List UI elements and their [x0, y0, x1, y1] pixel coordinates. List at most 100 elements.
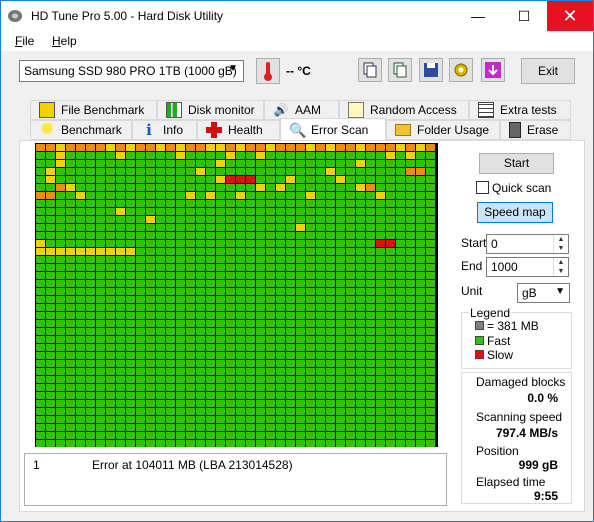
- copy-all-button[interactable]: [388, 58, 412, 82]
- scan-block: [386, 424, 395, 431]
- scan-block: [326, 200, 335, 207]
- quick-scan-checkbox[interactable]: [476, 181, 489, 194]
- copy-info-button[interactable]: [358, 58, 382, 82]
- scan-block: [36, 320, 45, 327]
- scan-block: [326, 264, 335, 271]
- scan-block: [166, 432, 175, 439]
- tab-error-scan[interactable]: 🔍 Error Scan: [280, 118, 386, 140]
- scan-block: [306, 200, 315, 207]
- scan-block: [116, 160, 125, 167]
- scan-block: [126, 344, 135, 351]
- scan-block: [326, 168, 335, 175]
- tab-folder-usage[interactable]: Folder Usage: [386, 120, 500, 140]
- scan-block: [256, 384, 265, 391]
- floppy-disk-icon: [424, 63, 438, 77]
- scan-block: [186, 280, 195, 287]
- scan-block: [206, 160, 215, 167]
- scan-block: [176, 264, 185, 271]
- scan-block: [286, 152, 295, 159]
- scan-block: [396, 152, 405, 159]
- error-log[interactable]: 1 Error at 104011 MB (LBA 213014528): [24, 453, 447, 506]
- scan-block: [376, 312, 385, 319]
- scan-block: [96, 408, 105, 415]
- scan-block: [66, 192, 75, 199]
- scan-block: [56, 256, 65, 263]
- tab-disk-monitor[interactable]: Disk monitor: [157, 100, 264, 120]
- scan-block: [226, 152, 235, 159]
- scan-block: [86, 344, 95, 351]
- scan-block: [236, 328, 245, 335]
- scan-block: [326, 288, 335, 295]
- tab-info[interactable]: i Info: [132, 120, 197, 140]
- spin-up-icon[interactable]: ▲: [553, 235, 568, 244]
- spin-up-icon[interactable]: ▲: [553, 258, 568, 267]
- scan-block: [306, 152, 315, 159]
- scan-block: [336, 160, 345, 167]
- tab-benchmark[interactable]: Benchmark: [30, 120, 132, 140]
- scan-block: [46, 192, 55, 199]
- minimize-button[interactable]: —: [455, 1, 501, 31]
- scan-block: [96, 360, 105, 367]
- scan-block: [176, 336, 185, 343]
- scan-block: [166, 288, 175, 295]
- options-button[interactable]: [449, 58, 473, 82]
- scan-block: [176, 296, 185, 303]
- exit-button[interactable]: Exit: [521, 58, 575, 84]
- scan-block: [56, 224, 65, 231]
- scan-block: [286, 144, 295, 151]
- scan-block: [176, 216, 185, 223]
- scan-block: [106, 400, 115, 407]
- scanning-speed-value: 797.4 MB/s: [495, 426, 558, 440]
- scan-block: [346, 208, 355, 215]
- unit-select[interactable]: gB ▼: [517, 283, 570, 303]
- scan-block: [136, 256, 145, 263]
- scan-block: [346, 408, 355, 415]
- menu-file[interactable]: File: [15, 34, 34, 48]
- scan-block: [346, 400, 355, 407]
- end-field-label: End: [461, 259, 483, 273]
- scan-block: [76, 200, 85, 207]
- scan-block: [216, 160, 225, 167]
- speed-map-button[interactable]: Speed map: [477, 202, 553, 223]
- scan-block: [246, 184, 255, 191]
- scan-block: [56, 296, 65, 303]
- scan-block: [106, 424, 115, 431]
- drive-select[interactable]: Samsung SSD 980 PRO 1TB (1000 gB) ▼: [19, 60, 244, 82]
- save-button[interactable]: [419, 58, 443, 82]
- scan-block: [226, 240, 235, 247]
- start-button[interactable]: Start: [479, 153, 554, 174]
- tab-erase[interactable]: Erase: [500, 120, 571, 140]
- scan-block: [196, 424, 205, 431]
- scan-block: [346, 344, 355, 351]
- tab-random-access[interactable]: Random Access: [339, 100, 469, 120]
- spin-down-icon[interactable]: ▼: [553, 244, 568, 253]
- scan-block: [96, 272, 105, 279]
- scan-block: [56, 184, 65, 191]
- scan-block: [396, 256, 405, 263]
- scan-block: [286, 344, 295, 351]
- scan-block: [106, 232, 115, 239]
- tab-health[interactable]: Health: [197, 120, 280, 140]
- scan-block: [356, 344, 365, 351]
- scan-block: [416, 280, 425, 287]
- tab-file-benchmark[interactable]: File Benchmark: [30, 100, 157, 120]
- scan-block: [166, 416, 175, 423]
- scan-block: [126, 152, 135, 159]
- scan-block: [236, 144, 245, 151]
- scan-block: [366, 216, 375, 223]
- close-button[interactable]: ✕: [547, 1, 593, 31]
- end-input[interactable]: 1000 ▲ ▼: [486, 257, 569, 277]
- start-input[interactable]: 0 ▲ ▼: [486, 234, 569, 254]
- scan-block: [386, 152, 395, 159]
- tab-aam[interactable]: 🔊 AAM: [264, 100, 339, 120]
- tab-extra-tests[interactable]: Extra tests: [469, 100, 571, 120]
- spin-down-icon[interactable]: ▼: [553, 267, 568, 276]
- scan-block: [56, 368, 65, 375]
- scan-block: [256, 160, 265, 167]
- screenshot-button[interactable]: [481, 58, 505, 82]
- maximize-button[interactable]: ☐: [501, 1, 547, 31]
- menu-help[interactable]: Help: [52, 34, 77, 48]
- scan-block: [426, 296, 435, 303]
- scan-block: [286, 248, 295, 255]
- temperature-button[interactable]: [256, 58, 280, 84]
